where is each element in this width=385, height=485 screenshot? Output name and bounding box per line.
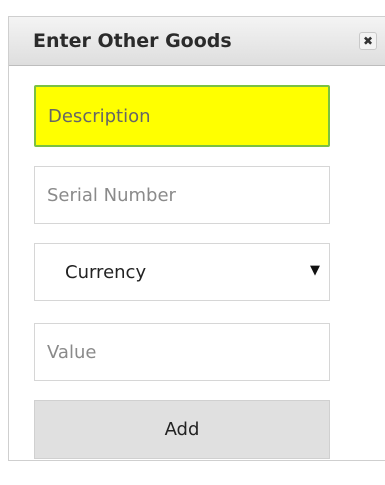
description-input[interactable]	[34, 85, 330, 147]
chevron-down-icon: ▼	[310, 263, 320, 278]
value-input[interactable]	[34, 323, 330, 381]
dialog-title: Enter Other Goods	[33, 30, 232, 52]
enter-other-goods-dialog: Enter Other Goods ✖ Currency ▼ Add	[8, 16, 385, 461]
currency-select-label: Currency	[65, 262, 147, 283]
add-button[interactable]: Add	[34, 400, 330, 459]
serial-number-input[interactable]	[34, 166, 330, 224]
dialog-titlebar: Enter Other Goods ✖	[9, 17, 385, 66]
close-icon[interactable]: ✖	[359, 32, 377, 50]
currency-select[interactable]: Currency ▼	[34, 243, 330, 301]
